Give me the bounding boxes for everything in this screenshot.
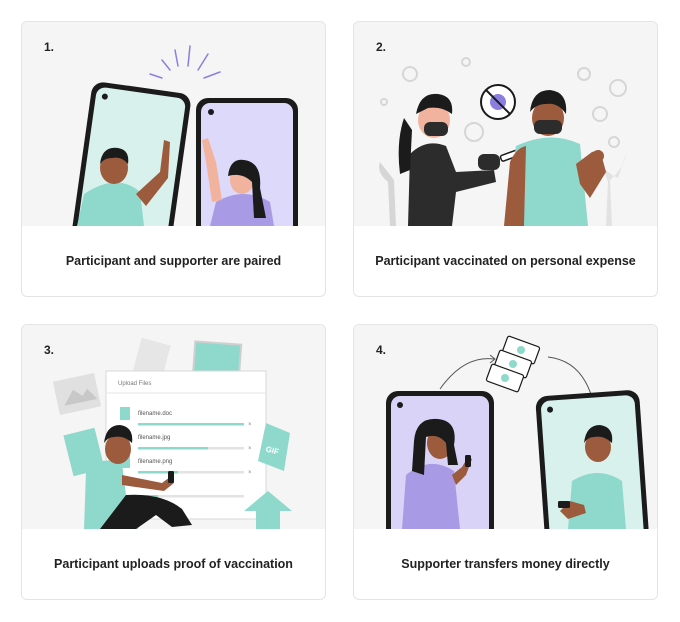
phone-icon: [168, 471, 174, 483]
virus-prohibited-icon: [480, 84, 516, 120]
upload-file-name: filename.doc: [138, 411, 172, 417]
step-number: 2.: [376, 40, 387, 54]
step-1-illustration: 1.: [22, 22, 325, 226]
step-caption: Participant vaccinated on personal expen…: [375, 254, 636, 268]
sparkle-icon: [149, 45, 221, 79]
image-icon: [52, 373, 102, 415]
patient-figure: [504, 90, 606, 226]
arrow-icon: [439, 358, 495, 390]
upload-dialog-title: Upload Files: [118, 381, 151, 387]
step-number: 4.: [376, 343, 387, 357]
step-card-2: 2. Participant vaccinated on personal ex…: [353, 21, 658, 297]
step-card-3: Upload Files filename.doc × filename.jpg…: [21, 324, 326, 600]
phone-icon: [558, 501, 570, 508]
step-number: 1.: [44, 40, 55, 54]
step-4-illustration: 4.: [354, 325, 657, 529]
step-caption: Participant uploads proof of vaccination: [54, 557, 293, 571]
upload-file-name: filename.png: [138, 459, 172, 465]
upload-file-name: filename.jpg: [138, 435, 170, 441]
step-3-illustration: Upload Files filename.doc × filename.jpg…: [22, 325, 325, 529]
step-number: 3.: [44, 343, 55, 357]
step-card-4: 4. Supporter transfers money directly: [353, 324, 658, 600]
step-caption: Supporter transfers money directly: [401, 557, 610, 571]
money-icon: [485, 335, 541, 393]
phone-icon: [465, 455, 471, 467]
close-icon: ×: [248, 470, 252, 476]
step-2-illustration: 2.: [354, 22, 657, 226]
close-icon: ×: [248, 422, 252, 428]
step-caption: Participant and supporter are paired: [65, 254, 282, 268]
step-card-1: 1. Participant and supporter are paired: [21, 21, 326, 297]
plant-icon: [379, 162, 396, 226]
close-icon: ×: [248, 446, 252, 452]
